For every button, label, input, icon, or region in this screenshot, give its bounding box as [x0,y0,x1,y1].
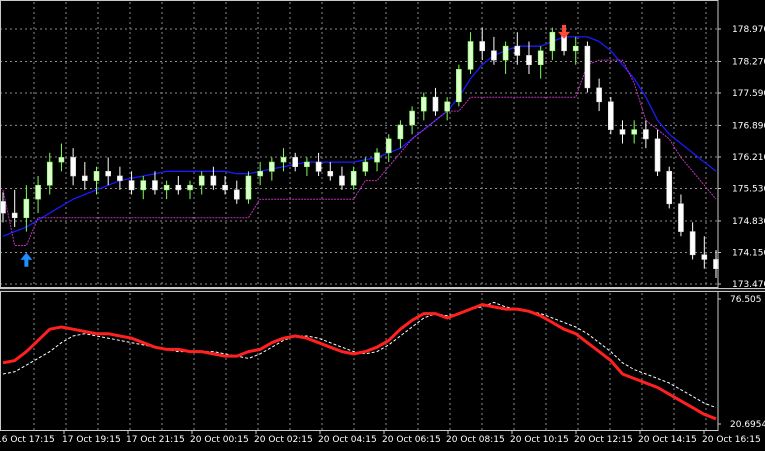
candle-body [432,96,439,112]
candle-body [58,157,65,163]
candle-body [0,201,6,214]
price-axis-label: 178.270 [732,57,765,67]
chart-canvas[interactable]: 178.970 178.270 177.590 176.890 176.210 175.5… [0,0,765,447]
price-axis-label: 174.150 [732,248,765,258]
candle-body [70,157,76,177]
candle-body [502,45,509,61]
candle-body [35,184,41,200]
candle-body [245,175,252,200]
candle-body [456,69,462,103]
candle-body [654,138,661,172]
price-axis-label: 176.210 [732,153,765,163]
candle [666,166,673,209]
candle-body [701,254,708,260]
candle-body [619,129,626,135]
candle-body [631,129,637,135]
time-axis-label: 20 Oct 06:15 [382,435,441,445]
candle-body [187,184,193,191]
candle-body [46,161,53,186]
price-axis-label: 178.970 [732,25,765,35]
price-axis-label: 175.530 [732,184,765,194]
time-axis-label: 20 Oct 10:15 [510,435,569,445]
candle-body [362,161,369,172]
time-axis-label: 20 Oct 14:15 [638,435,697,445]
candle-body [479,41,486,52]
candle-body [210,175,217,186]
candle-body [643,129,649,140]
candle-body [526,55,532,65]
time-axis-label: 20 Oct 12:15 [574,435,633,445]
candle-body [514,45,521,56]
candle-body [280,157,287,163]
candle-body [374,152,380,163]
candle [245,171,252,204]
price-axis-label: 176.890 [732,121,765,131]
candle-body [140,180,147,191]
candle-body [409,110,415,126]
candle-body [350,171,357,186]
candle-body [315,161,322,172]
candle-body [491,50,497,61]
time-axis-label: 17 Oct 21:15 [126,435,185,445]
candle-body [23,198,30,218]
time-axis-label: 20 Oct 16:15 [702,435,761,445]
candle-body [678,203,684,232]
candle-body [269,161,275,172]
candle-body [444,101,450,112]
time-axis-label: 20 Oct 00:15 [190,435,249,445]
candle-body [420,96,427,112]
candle-body [117,175,123,181]
candle-body [549,31,556,52]
candle-body [82,175,88,181]
indicator-axis-label: 76.505 [730,295,762,305]
candle-body [257,171,263,177]
candle [456,64,462,107]
candle-body [93,171,100,181]
candle-body [304,161,310,167]
time-axis-label: 16 Oct 17:15 [0,435,55,445]
candle-body [233,189,240,200]
candle-body [339,175,345,186]
candle-body [467,41,474,70]
time-axis-label: 20 Oct 08:15 [446,435,505,445]
time-axis-label: 20 Oct 04:15 [318,435,377,445]
price-axis-label: 174.830 [732,217,765,227]
candle [584,41,591,93]
candle-body [689,231,696,256]
candle-body [537,50,544,65]
candle-body [198,175,205,186]
candle-body [163,184,170,191]
candle-body [596,87,602,103]
candle [608,97,614,135]
candle-body [128,180,135,191]
candle-body [105,171,111,177]
time-axis-label: 20 Oct 02:15 [254,435,313,445]
price-axis-label: 173.470 [732,280,765,290]
candle-body [584,45,591,89]
candle-body [152,180,158,191]
candle-body [666,171,673,205]
candle-body [222,184,228,191]
candle-body [175,184,182,191]
time-axis-label: 17 Oct 19:15 [62,435,121,445]
trading-chart[interactable]: 178.970 178.270 177.590 176.890 176.210 175.5… [0,0,765,447]
candle-body [572,45,579,52]
indicator-axis-label: 20.6954 [730,420,765,430]
candle-body [385,138,392,154]
candle-body [327,171,334,177]
candle-body [608,101,614,130]
candle-body [292,157,299,168]
candle-body [11,212,18,218]
candle-body [397,124,404,140]
price-axis-label: 177.590 [732,89,765,99]
